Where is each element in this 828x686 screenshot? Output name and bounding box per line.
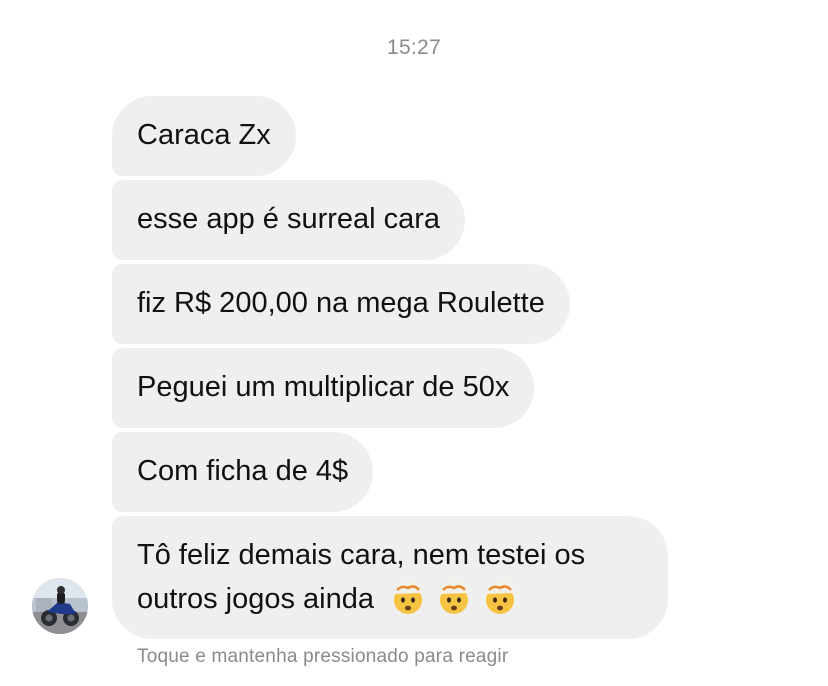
- message-bubble[interactable]: fiz R$ 200,00 na mega Roulette: [112, 264, 570, 344]
- avatar[interactable]: [32, 578, 88, 634]
- message-text: Com ficha de 4$: [137, 455, 349, 487]
- chat-screen: 15:27 Caraca Zx esse app é surreal cara …: [0, 0, 828, 686]
- message-bubble[interactable]: Caraca Zx: [112, 96, 296, 176]
- message-text: Peguei um multiplicar de 50x: [137, 371, 510, 403]
- message-bubble[interactable]: Tô feliz demais cara, nem testei os outr…: [112, 516, 668, 639]
- message-text: esse app é surreal cara: [137, 203, 441, 235]
- message-bubble[interactable]: esse app é surreal cara: [112, 180, 466, 260]
- message-text: fiz R$ 200,00 na mega Roulette: [137, 287, 545, 319]
- message-bubble[interactable]: Peguei um multiplicar de 50x: [112, 348, 535, 428]
- message-timestamp: 15:27: [386, 36, 442, 59]
- message-text: Caraca Zx: [137, 119, 271, 151]
- message-bubble[interactable]: Com ficha de 4$: [112, 432, 374, 512]
- avatar-photo: [32, 578, 88, 634]
- reaction-hint: Toque e mantenha pressionado para reagir: [137, 646, 509, 667]
- exploding-head-icon: [394, 579, 424, 614]
- exploding-head-icon: [486, 579, 516, 614]
- exploding-head-icon: [440, 579, 470, 614]
